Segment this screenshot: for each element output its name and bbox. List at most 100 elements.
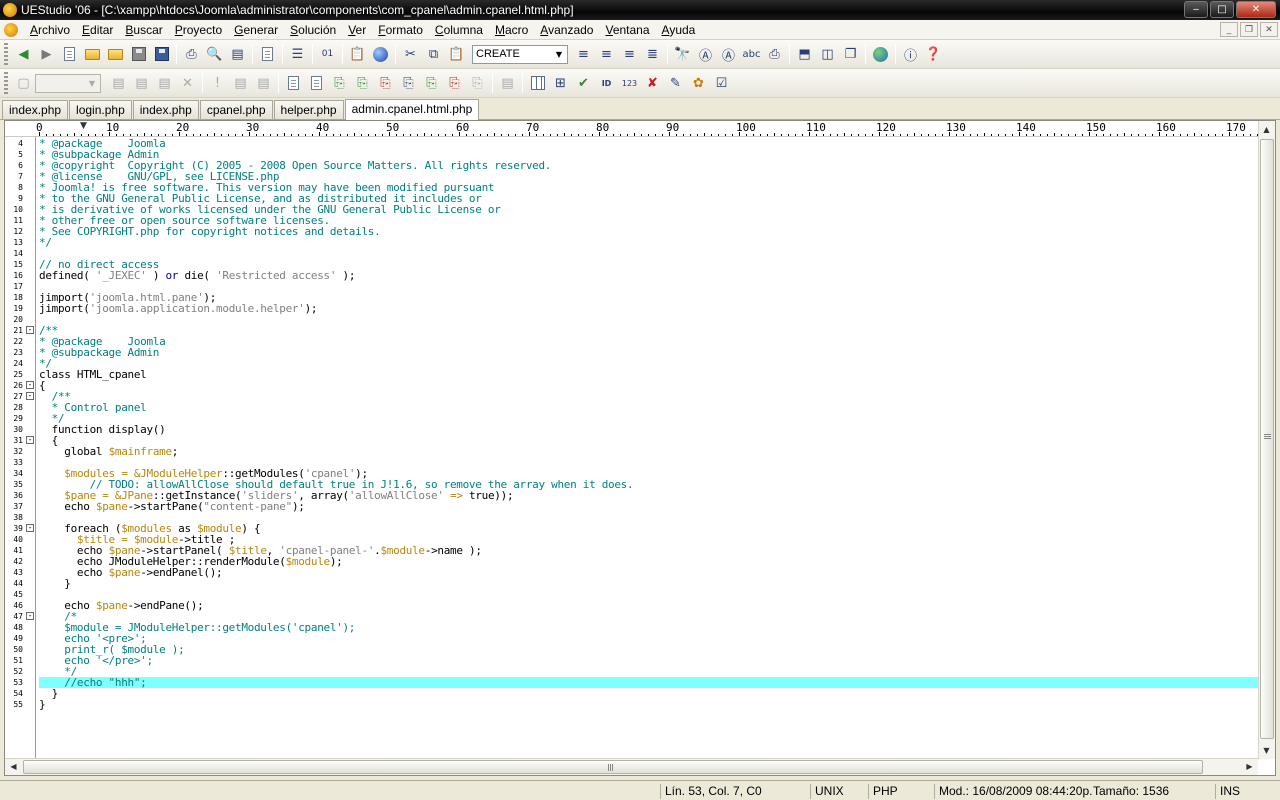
find-icon[interactable]: 🔭 [671, 43, 694, 66]
tab-helper-php[interactable]: helper.php [273, 100, 344, 119]
code-line[interactable]: global $mainframe; [39, 446, 178, 457]
code-line[interactable]: } [39, 578, 71, 589]
template-5-icon[interactable]: ⎘ [374, 72, 397, 95]
find-replace-icon[interactable]: Ⓐ [694, 43, 717, 66]
document-icon[interactable] [4, 22, 18, 37]
template-2-icon[interactable] [305, 72, 328, 95]
template-3-icon[interactable]: ⎘ [328, 72, 351, 95]
close-button[interactable]: ✕ [1236, 1, 1276, 18]
menu-proyecto[interactable]: Proyecto [169, 21, 228, 39]
open-folder-icon[interactable] [81, 43, 104, 66]
justify-icon[interactable]: ≣ [641, 43, 664, 66]
html-edit-icon[interactable]: ✎ [664, 72, 687, 95]
cascade-windows-icon[interactable]: ❐ [839, 43, 862, 66]
code-line[interactable]: */ [39, 237, 52, 248]
align-left-icon[interactable]: ≡ [572, 43, 595, 66]
template-1-icon[interactable] [282, 72, 305, 95]
template-4-icon[interactable]: ⎘ [351, 72, 374, 95]
fold-toggle-icon[interactable]: - [26, 392, 34, 400]
code-line[interactable]: * See COPYRIGHT.php for copyright notice… [39, 226, 381, 237]
html-tools-icon[interactable]: ✘ [641, 72, 664, 95]
code-line[interactable]: * @subpackage Admin [39, 347, 159, 358]
html-table-icon[interactable]: ⊞ [549, 72, 572, 95]
maximize-button[interactable]: □ [1210, 1, 1234, 18]
new-file-icon[interactable] [58, 43, 81, 66]
tab-login-php[interactable]: login.php [69, 100, 132, 119]
menu-columna[interactable]: Columna [429, 21, 489, 39]
tab-admin-cpanel-html-php[interactable]: admin.cpanel.html.php [344, 99, 480, 120]
align-right-icon[interactable]: ≡ [618, 43, 641, 66]
cut-icon[interactable]: ✂ [399, 43, 422, 66]
html-numbers-icon[interactable]: 123 [618, 72, 641, 95]
status-line-ending[interactable]: UNIX [810, 784, 868, 799]
minimize-button[interactable]: ‒ [1184, 1, 1208, 18]
menu-archivo[interactable]: Archivo [24, 21, 76, 39]
fold-toggle-icon[interactable]: - [26, 612, 34, 620]
code-line[interactable]: defined( '_JEXEC' ) or die( 'Restricted … [39, 270, 355, 281]
menu-editar[interactable]: Editar [76, 21, 119, 39]
scroll-right-arrow-icon[interactable]: ▶ [1242, 759, 1257, 774]
save-icon[interactable] [127, 43, 150, 66]
app-icon[interactable] [3, 3, 17, 17]
toolbar-grip[interactable] [4, 72, 8, 94]
document-properties-icon[interactable] [256, 43, 279, 66]
code-line[interactable]: class HTML_cpanel [39, 369, 147, 380]
fold-toggle-icon[interactable]: - [26, 524, 34, 532]
template-8-icon[interactable]: ⎘ [443, 72, 466, 95]
web-browser-icon[interactable] [369, 43, 392, 66]
tab-cpanel-php[interactable]: cpanel.php [199, 100, 273, 119]
tab-index-php-2[interactable]: index.php [132, 100, 199, 119]
hex-mode-icon[interactable]: 01 [316, 43, 339, 66]
table-grid-icon[interactable] [526, 72, 549, 95]
menu-avanzado[interactable]: Avanzado [534, 21, 599, 39]
doc-close-button[interactable]: ✕ [1260, 22, 1278, 37]
vertical-scroll-thumb[interactable] [1260, 139, 1274, 739]
fold-toggle-icon[interactable]: - [26, 381, 34, 389]
current-line[interactable]: //echo "hhh"; [39, 677, 1258, 688]
print-preview-icon[interactable]: 🔍 [203, 43, 226, 66]
paste-icon[interactable]: 📋 [445, 43, 468, 66]
template-7-icon[interactable]: ⎘ [420, 72, 443, 95]
code-area[interactable]: * @package Joomla * @subpackage Admin * @c… [36, 137, 1258, 761]
menu-solucion[interactable]: Solución [284, 21, 342, 39]
page-setup-icon[interactable]: ▤ [226, 43, 249, 66]
help-icon[interactable]: ❓ [922, 43, 945, 66]
split-horizontal-icon[interactable]: ⬒ [793, 43, 816, 66]
code-line[interactable]: } [39, 699, 46, 710]
menu-buscar[interactable]: Buscar [119, 21, 168, 39]
horizontal-scroll-thumb[interactable] [23, 760, 1203, 774]
menu-formato[interactable]: Formato [372, 21, 429, 39]
ftp-icon[interactable]: ⎙ [763, 43, 786, 66]
clipboard-combo[interactable]: CREATE ▼ [472, 44, 568, 64]
code-line[interactable]: jimport('joomla.application.module.helpe… [39, 303, 318, 314]
menu-ventana[interactable]: Ventana [599, 21, 655, 39]
align-center-icon[interactable]: ≡ [595, 43, 618, 66]
doc-restore-button[interactable]: ❐ [1240, 22, 1258, 37]
word-wrap-icon[interactable]: ☰ [286, 43, 309, 66]
menu-macro[interactable]: Macro [489, 21, 534, 39]
info-icon[interactable]: ⓘ [899, 43, 922, 66]
scroll-up-arrow-icon[interactable]: ▲ [1259, 122, 1274, 137]
horizontal-scrollbar[interactable]: ◀ ▶ [5, 758, 1258, 775]
chevron-down-icon[interactable]: ▼ [552, 47, 566, 62]
line-number-gutter[interactable]: 4 5 6 7 8 9 10 11 12 13 14 15 16 17 18 19 20 21-22 23 24 25 2… [5, 137, 36, 761]
save-all-icon[interactable] [150, 43, 173, 66]
template-6-icon[interactable]: ⎘ [397, 72, 420, 95]
fold-toggle-icon[interactable]: - [26, 326, 34, 334]
open-folder-alt-icon[interactable] [104, 43, 127, 66]
vertical-scrollbar[interactable]: ▲ ▼ [1258, 121, 1275, 759]
scroll-down-arrow-icon[interactable]: ▼ [1259, 743, 1274, 758]
fold-toggle-icon[interactable]: - [26, 436, 34, 444]
menu-ver[interactable]: Ver [342, 21, 372, 39]
menu-ayuda[interactable]: Ayuda [656, 21, 702, 39]
print-icon[interactable]: ⎙ [180, 43, 203, 66]
html-id-icon[interactable]: ID [595, 72, 618, 95]
clipboard-icon[interactable]: 📋 [346, 43, 369, 66]
toolbar-grip[interactable] [4, 43, 8, 65]
html-color-icon[interactable]: ✿ [687, 72, 710, 95]
forward-arrow-icon[interactable]: ▶ [35, 43, 58, 66]
code-editor[interactable]: ▼ 0 10 20 30 40 50 60 70 80 90 100 110 120 130 140 150 1… [4, 120, 1276, 776]
html-check-icon[interactable]: ☑ [710, 72, 733, 95]
code-line[interactable]: echo $pane->startPane("content-pane"); [39, 501, 305, 512]
spell-check-icon[interactable]: abc [740, 43, 763, 66]
